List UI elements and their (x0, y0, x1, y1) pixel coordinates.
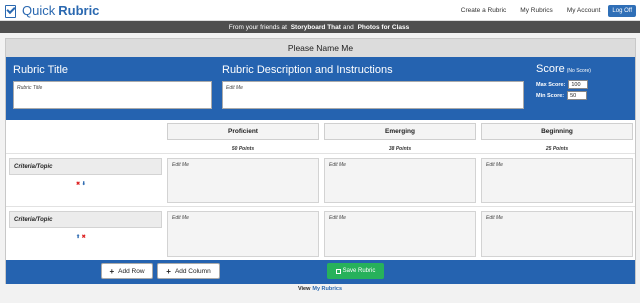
rubric-header: Rubric Title Rubric Title Rubric Descrip… (6, 57, 635, 120)
top-nav: Quick Rubric Create a Rubric My Rubrics … (0, 0, 640, 21)
score-heading: Score (No Score) (536, 63, 591, 75)
min-score-label: Min Score: (536, 92, 565, 99)
action-bar: + Add Row + Add Column Save Rubric (6, 260, 635, 284)
max-score-row: Max Score: 100 (536, 80, 589, 89)
nav-links: Create a Rubric My Rubrics My Account Lo… (447, 0, 636, 21)
rubric-title-heading: Rubric Title (13, 64, 69, 76)
promo-banner: From your friends at Storyboard That and … (0, 21, 640, 33)
row-divider (6, 206, 635, 207)
criteria-cell-2-1[interactable]: Edit Me (167, 211, 319, 257)
column-points-proficient[interactable]: 50 Points (167, 146, 319, 152)
add-row-button[interactable]: + Add Row (101, 263, 153, 279)
save-rubric-label: Save Rubric (342, 268, 376, 274)
add-column-label: Add Column (174, 267, 211, 275)
delete-row-icon[interactable]: ✖ (82, 234, 86, 240)
nav-my-rubrics[interactable]: My Rubrics (520, 7, 553, 14)
rubric-check-icon (4, 3, 18, 18)
banner-brand-photos[interactable]: Photos for Class (358, 24, 410, 31)
criteria-cell-2-2[interactable]: Edit Me (324, 211, 476, 257)
column-header-beginning[interactable]: Beginning (481, 123, 633, 140)
save-rubric-button[interactable]: Save Rubric (327, 263, 384, 279)
my-rubrics-link[interactable]: My Rubrics (312, 286, 342, 292)
logo-text-quick: Quick (22, 3, 56, 18)
score-heading-text: Score (536, 63, 565, 75)
column-header-proficient[interactable]: Proficient (167, 123, 319, 140)
score-subtitle: (No Score) (566, 68, 591, 74)
plus-icon: + (109, 266, 115, 276)
view-prefix: View (297, 286, 311, 292)
banner-and: and (342, 23, 354, 31)
plus-icon: + (166, 266, 171, 276)
rubric-title-input[interactable]: Rubric Title (13, 81, 212, 109)
banner-brand-storyboard[interactable]: Storyboard That (291, 24, 341, 31)
criteria-controls-2: ⬆ ✖ (76, 234, 86, 240)
log-off-button[interactable]: Log Off (608, 4, 636, 17)
nav-create-rubric[interactable]: Create a Rubric (461, 7, 507, 14)
max-score-input[interactable]: 100 (568, 80, 589, 89)
rubric-description-heading: Rubric Description and Instructions (222, 64, 393, 76)
column-points-beginning[interactable]: 25 Points (481, 146, 633, 152)
nav-my-account[interactable]: My Account (567, 7, 601, 14)
min-score-input[interactable]: 50 (567, 91, 588, 100)
rubric-card: Please Name Me Rubric Title Rubric Title… (5, 38, 636, 284)
view-my-rubrics: View My Rubrics (0, 286, 640, 292)
delete-row-icon[interactable]: ✖ (76, 181, 80, 187)
rubric-name-field[interactable]: Please Name Me (6, 39, 635, 57)
add-column-button[interactable]: + Add Column (157, 263, 220, 279)
column-points-emerging[interactable]: 38 Points (324, 146, 476, 152)
min-score-row: Min Score: 50 (536, 91, 588, 100)
column-header-emerging[interactable]: Emerging (324, 123, 476, 140)
max-score-label: Max Score: (536, 81, 566, 88)
logo-text-rubric: Rubric (58, 3, 100, 18)
move-up-icon[interactable]: ⬆ (76, 234, 80, 240)
app-logo[interactable]: Quick Rubric (4, 2, 99, 19)
criteria-controls-1: ✖ ⬇ (76, 181, 86, 187)
criteria-cell-1-2[interactable]: Edit Me (324, 158, 476, 203)
rubric-description-input[interactable]: Edit Me (222, 81, 524, 109)
criteria-label-1[interactable]: Criteria/Topic (9, 158, 162, 175)
add-row-label: Add Row (118, 267, 145, 275)
criteria-label-2[interactable]: Criteria/Topic (9, 211, 162, 228)
move-down-icon[interactable]: ⬇ (82, 181, 86, 187)
criteria-cell-1-1[interactable]: Edit Me (167, 158, 319, 203)
banner-prefix: From your friends at (228, 23, 287, 31)
criteria-cell-1-3[interactable]: Edit Me (481, 158, 633, 203)
save-disk-icon (335, 268, 341, 274)
criteria-cell-2-3[interactable]: Edit Me (481, 211, 633, 257)
row-divider (6, 153, 635, 154)
